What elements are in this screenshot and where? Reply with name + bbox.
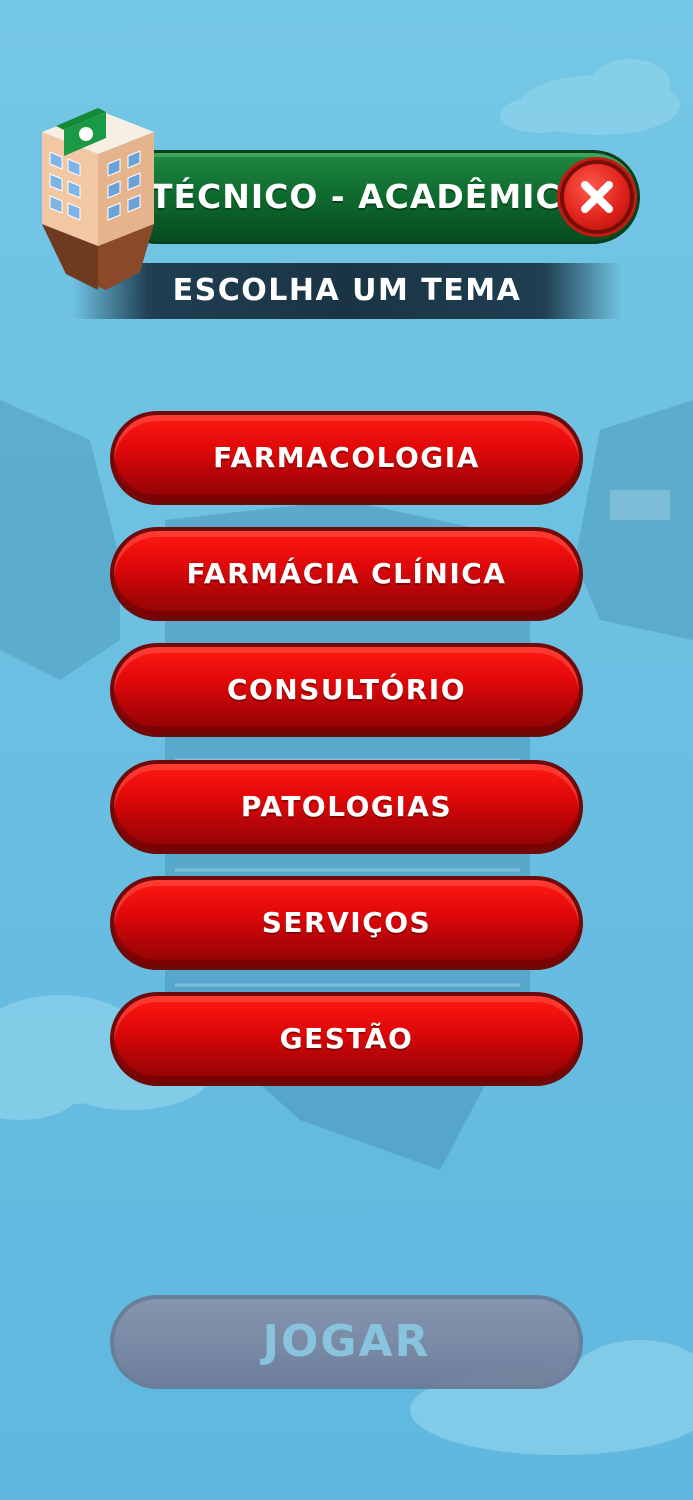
topic-button-farmacologia[interactable]: FARMACOLOGIA bbox=[110, 411, 583, 505]
play-button[interactable]: JOGAR bbox=[110, 1295, 583, 1389]
topic-label: FARMACOLOGIA bbox=[213, 441, 480, 474]
topic-button-farmacia-clinica[interactable]: FARMÁCIA CLÍNICA bbox=[110, 527, 583, 621]
pharmacy-building-icon bbox=[42, 108, 154, 290]
topic-button-servicos[interactable]: SERVIÇOS bbox=[110, 876, 583, 970]
topic-label: CONSULTÓRIO bbox=[226, 673, 467, 706]
topic-button-patologias[interactable]: PATOLOGIAS bbox=[110, 760, 583, 854]
close-button[interactable] bbox=[560, 160, 634, 234]
play-label: JOGAR bbox=[262, 1316, 431, 1367]
topic-button-gestao[interactable]: GESTÃO bbox=[110, 992, 583, 1086]
topic-button-consultorio[interactable]: CONSULTÓRIO bbox=[110, 643, 583, 737]
close-icon bbox=[581, 181, 613, 213]
topic-label: GESTÃO bbox=[279, 1022, 414, 1055]
page-title: TÉCNICO - ACADÊMICO bbox=[150, 177, 590, 216]
topic-label: PATOLOGIAS bbox=[240, 790, 453, 823]
topic-label: FARMÁCIA CLÍNICA bbox=[186, 557, 507, 590]
topic-label: SERVIÇOS bbox=[261, 906, 432, 939]
